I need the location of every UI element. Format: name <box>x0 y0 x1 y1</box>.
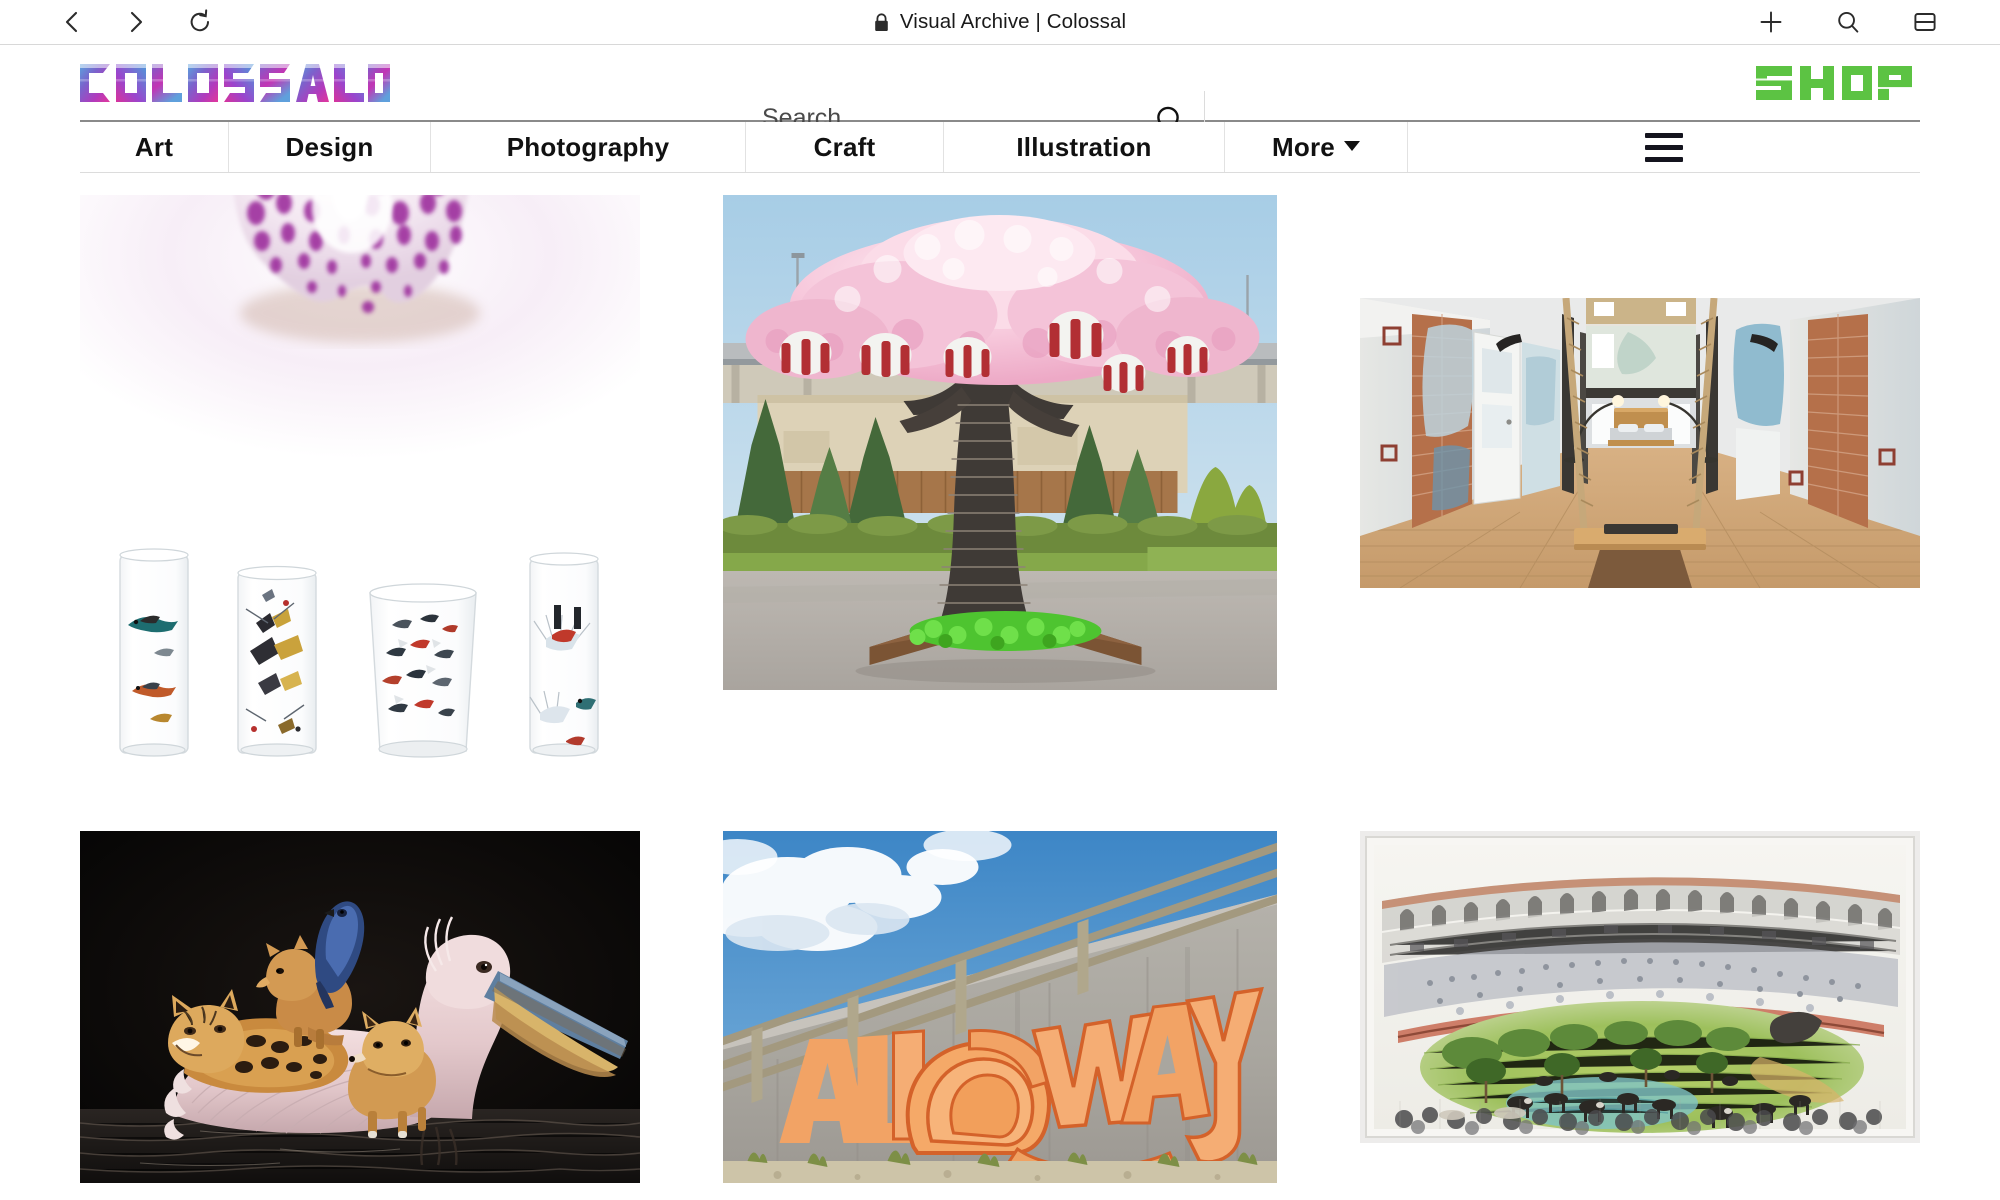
nav-label: Photography <box>506 131 670 162</box>
nav-label: Art <box>134 131 174 162</box>
nav-item-photography[interactable]: Photography <box>431 122 746 172</box>
browser-search-icon[interactable] <box>1831 5 1865 39</box>
browser-right-actions <box>1754 5 2000 39</box>
hamburger-menu-button[interactable] <box>1408 122 1920 172</box>
nav-item-craft[interactable]: Craft <box>746 122 944 172</box>
mural-artwork <box>723 831 1277 1183</box>
colossal-logo[interactable] <box>78 57 396 109</box>
back-button[interactable] <box>55 5 89 39</box>
nav-label: Illustration <box>1016 131 1152 162</box>
loft-swing-artwork <box>1360 297 1920 588</box>
glassware-artwork <box>80 533 640 783</box>
nav-item-more[interactable]: More <box>1225 122 1408 172</box>
forward-button[interactable] <box>119 5 153 39</box>
bird-patterned-glassware-image[interactable] <box>80 533 640 783</box>
article-grid <box>0 195 2000 1183</box>
nav-item-illustration[interactable]: Illustration <box>944 122 1225 172</box>
grid-column-3-row-2 <box>1360 831 1920 1183</box>
hamburger-menu-icon <box>1645 132 1683 162</box>
nav-label: Craft <box>813 131 876 162</box>
purple-spotted-shell-image[interactable] <box>80 195 640 525</box>
grid-column-3 <box>1360 195 1920 690</box>
pelican-artwork <box>80 831 640 1183</box>
loft-interior-swing-image[interactable] <box>1360 297 1920 588</box>
shell-artwork <box>80 195 640 525</box>
lego-tree-artwork <box>723 195 1277 690</box>
browser-toolbar: Visual Archive | Colossal <box>0 0 2000 45</box>
all-the-way-mural-image[interactable] <box>723 831 1277 1183</box>
grid-column-1 <box>80 195 640 783</box>
chevron-down-icon <box>1343 141 1360 151</box>
main-navigation: Art Design Photography Craft Illustratio… <box>80 120 1920 173</box>
bullring-landscape-drawing[interactable] <box>1360 831 1920 1143</box>
reload-button[interactable] <box>183 5 217 39</box>
nav-item-art[interactable]: Art <box>80 122 229 172</box>
pelican-with-animals-painting[interactable] <box>80 831 640 1183</box>
nav-item-design[interactable]: Design <box>229 122 431 172</box>
arena-drawing-artwork <box>1360 831 1920 1143</box>
shop-logo[interactable] <box>1752 57 1920 109</box>
lego-cherry-blossom-tree-image[interactable] <box>723 195 1277 690</box>
site-header <box>0 45 2000 149</box>
browser-title-bar: Visual Archive | Colossal <box>0 10 2000 34</box>
lock-icon <box>874 12 889 32</box>
nav-label: More <box>1272 131 1335 162</box>
browser-nav-buttons <box>0 5 217 39</box>
new-tab-button[interactable] <box>1754 5 1788 39</box>
tab-overview-icon[interactable] <box>1908 5 1942 39</box>
page-title: Visual Archive | Colossal <box>899 10 1127 33</box>
nav-label: Design <box>285 131 374 162</box>
